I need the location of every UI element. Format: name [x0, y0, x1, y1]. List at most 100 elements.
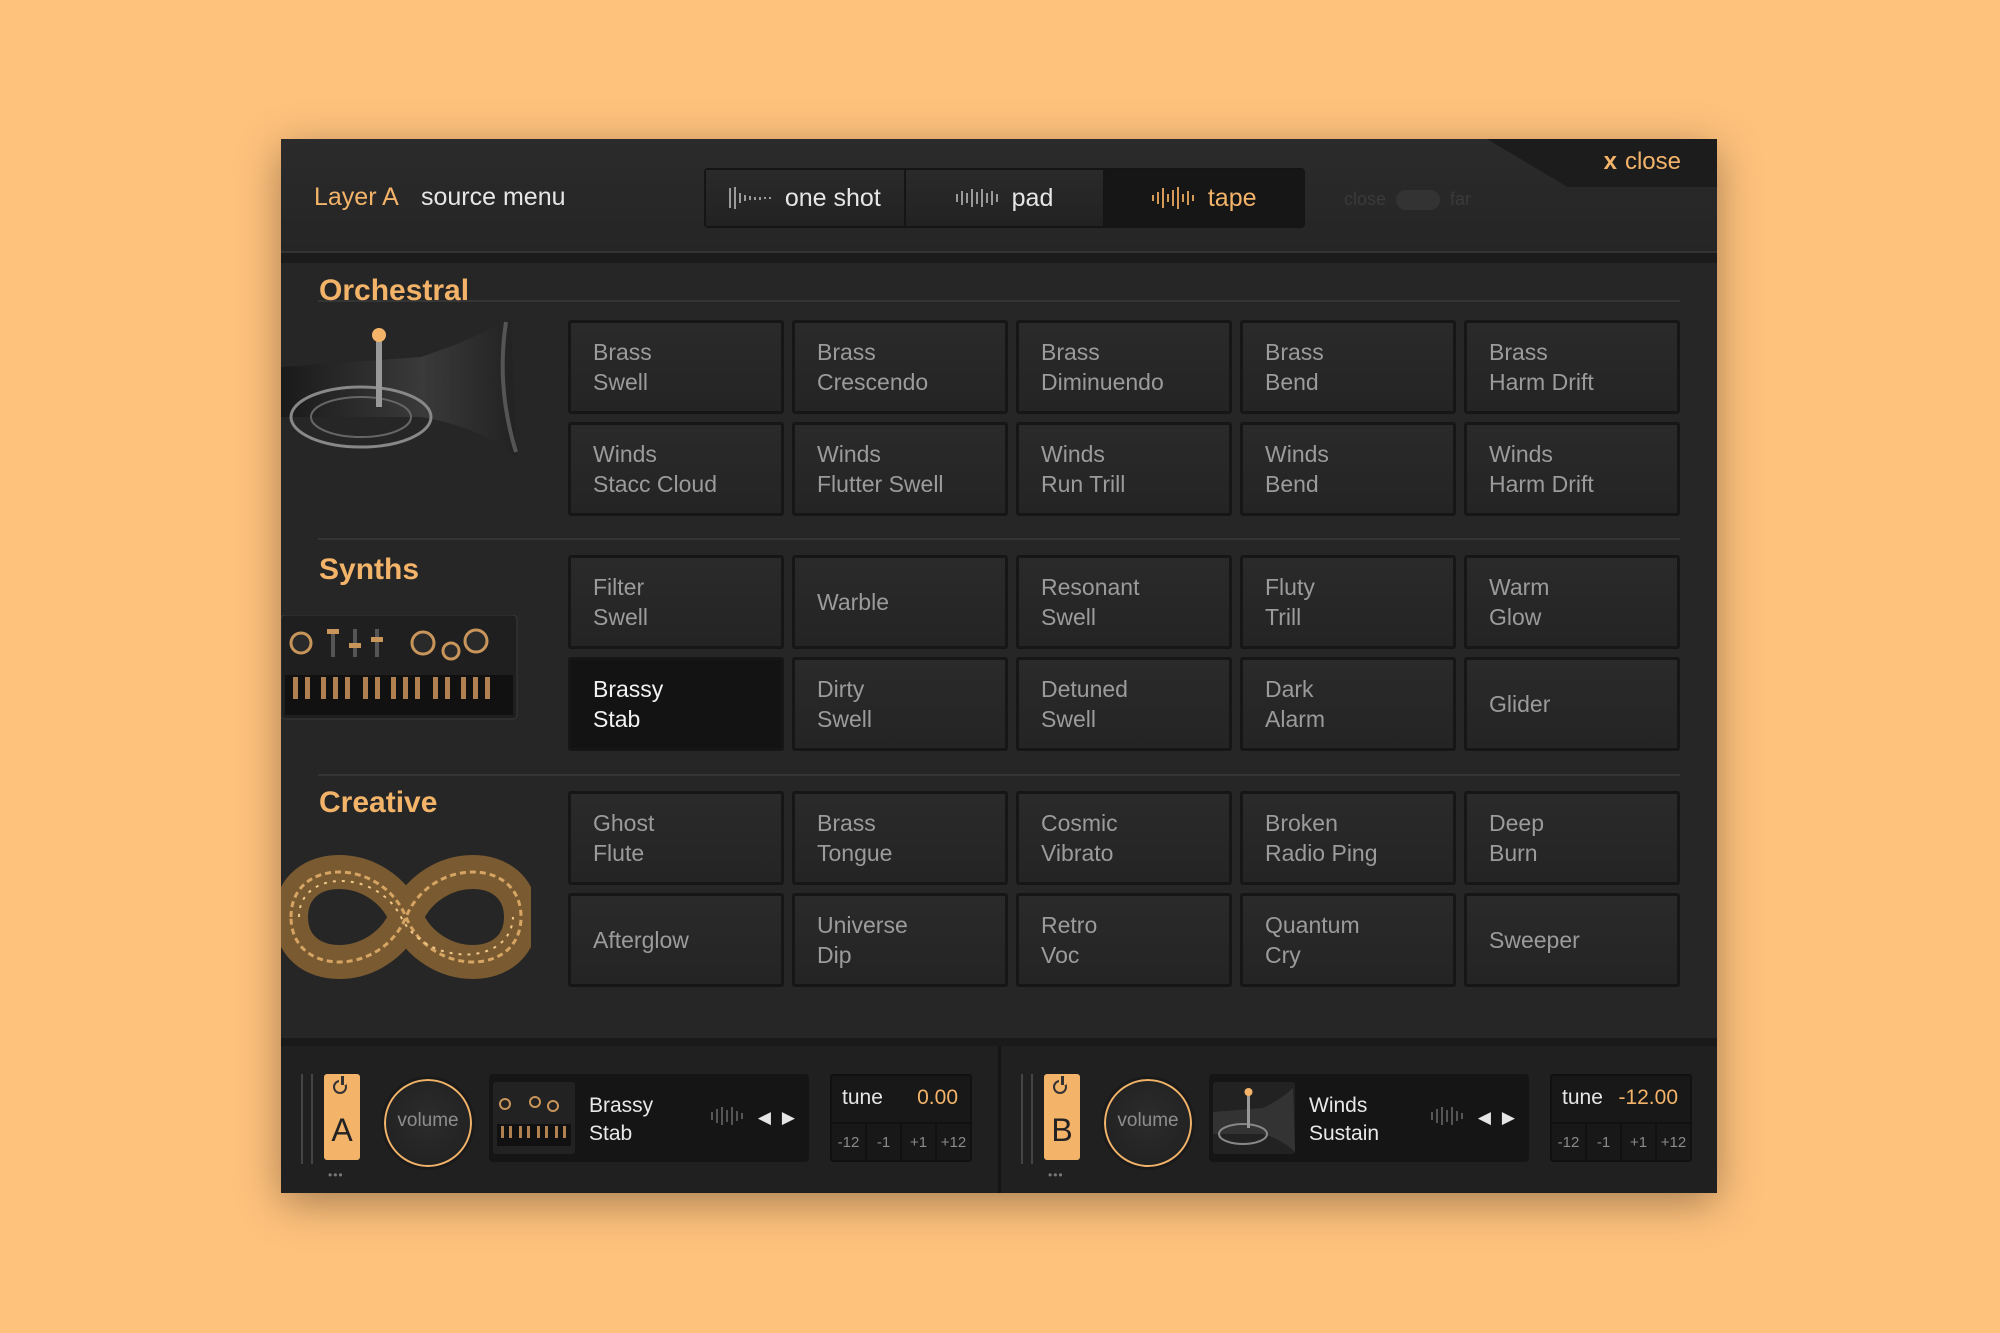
volume-label: volume [397, 1110, 459, 1131]
layer-a-volume-knob[interactable]: volume [381, 1076, 475, 1170]
sound-tile-label: Winds Harm Drift [1489, 441, 1594, 497]
sound-tile[interactable]: Warble [792, 555, 1008, 649]
sound-tile[interactable]: Fluty Trill [1240, 555, 1456, 649]
sound-tile[interactable]: Dirty Swell [792, 657, 1008, 751]
next-arrow-icon[interactable]: ▶ [1502, 1108, 1515, 1128]
layer-a-tune: tune 0.00 -12 -1 +1 +12 [830, 1074, 972, 1162]
sound-tile[interactable]: Winds Harm Drift [1464, 422, 1680, 516]
layer-a-power-button[interactable]: A [324, 1074, 360, 1160]
drag-handle[interactable] [1021, 1074, 1033, 1164]
tune-step-button[interactable]: +12 [1657, 1124, 1690, 1160]
sound-tile[interactable]: Ghost Flute [568, 791, 784, 885]
source-menu-panel: Layer A source menu one shot pad tape cl… [281, 139, 1717, 1193]
sound-tile[interactable]: Brass Diminuendo [1016, 320, 1232, 414]
drag-handle[interactable] [301, 1074, 313, 1164]
distance-far-label: far [1450, 189, 1472, 209]
category-title-orchestral: Orchestral [319, 274, 470, 307]
sound-tile[interactable]: Deep Burn [1464, 791, 1680, 885]
sound-tile-label: Afterglow [593, 927, 689, 953]
tune-step-button[interactable]: +1 [1622, 1124, 1657, 1160]
sound-tile-label: Dirty Swell [817, 676, 872, 732]
sound-tile[interactable]: Sweeper [1464, 893, 1680, 987]
more-dots-icon[interactable]: ••• [1048, 1168, 1064, 1182]
tune-step-button[interactable]: -12 [832, 1124, 867, 1160]
tune-step-button[interactable]: -12 [1552, 1124, 1587, 1160]
sound-tile[interactable]: Brass Bend [1240, 320, 1456, 414]
more-dots-icon[interactable]: ••• [328, 1168, 344, 1182]
category-divider [318, 774, 1680, 776]
prev-arrow-icon[interactable]: ◀ [1478, 1108, 1491, 1128]
waveform-icon [1431, 1106, 1463, 1126]
layer-b-source-slot[interactable]: Winds Sustain ◀ ▶ [1209, 1074, 1529, 1162]
tune-step-button[interactable]: +1 [902, 1124, 937, 1160]
mode-one-shot[interactable]: one shot [706, 170, 906, 226]
sound-tile-label: Filter Swell [593, 574, 648, 630]
layer-letter: A [331, 1112, 353, 1148]
close-button[interactable]: x close [1604, 148, 1681, 176]
sound-tile-selected[interactable]: Brassy Stab [568, 657, 784, 751]
sound-tile-label: Warm Glow [1489, 574, 1550, 630]
layer-b-volume-knob[interactable]: volume [1101, 1076, 1195, 1170]
sound-tile[interactable]: Broken Radio Ping [1240, 791, 1456, 885]
sound-tile[interactable]: Afterglow [568, 893, 784, 987]
category-grid-creative: Ghost Flute Brass Tongue Cosmic Vibrato … [568, 791, 1680, 987]
sound-tile[interactable]: Retro Voc [1016, 893, 1232, 987]
tune-steps: -12 -1 +1 +12 [1552, 1122, 1690, 1160]
mode-tape[interactable]: tape [1105, 170, 1304, 226]
sound-tile-label: Quantum Cry [1265, 912, 1360, 968]
synthesizer-thumb-icon [493, 1082, 575, 1154]
sound-tile-label: Winds Bend [1265, 441, 1329, 497]
mode-label: tape [1207, 183, 1257, 212]
sound-tile[interactable]: Dark Alarm [1240, 657, 1456, 751]
sound-tile[interactable]: Filter Swell [568, 555, 784, 649]
mode-pad[interactable]: pad [905, 170, 1106, 226]
tune-step-button[interactable]: -1 [1587, 1124, 1622, 1160]
distance-toggle[interactable]: close far [1344, 189, 1471, 210]
sound-tile-label: Brass Crescendo [817, 339, 929, 395]
tune-value[interactable]: -12.00 [1618, 1086, 1678, 1110]
sound-tile[interactable]: Brass Swell [568, 320, 784, 414]
sound-tile[interactable]: Winds Run Trill [1016, 422, 1232, 516]
category-title-creative: Creative [319, 786, 438, 819]
sound-tile[interactable]: Brass Harm Drift [1464, 320, 1680, 414]
category-title-synths: Synths [319, 553, 420, 586]
sound-tile[interactable]: Glider [1464, 657, 1680, 751]
category-grid-orchestral: Brass Swell Brass Crescendo Brass Diminu… [568, 320, 1680, 516]
sound-tile-label: Winds Flutter Swell [817, 441, 944, 497]
sound-tile-label: Fluty Trill [1265, 574, 1315, 630]
next-arrow-icon[interactable]: ▶ [782, 1108, 795, 1128]
layer-label: Layer A [314, 183, 399, 211]
header-divider [281, 251, 1717, 263]
one-shot-waveform-icon [728, 186, 771, 210]
sound-tile[interactable]: Resonant Swell [1016, 555, 1232, 649]
sound-tile[interactable]: Universe Dip [792, 893, 1008, 987]
header: Layer A source menu one shot pad tape cl… [281, 139, 1717, 251]
sound-tile[interactable]: Winds Flutter Swell [792, 422, 1008, 516]
sound-tile[interactable]: Winds Stacc Cloud [568, 422, 784, 516]
tune-value[interactable]: 0.00 [917, 1086, 958, 1110]
category-grid-synths: Filter Swell Warble Resonant Swell Fluty… [568, 555, 1680, 751]
sound-tile-label: Dark Alarm [1265, 676, 1326, 732]
sound-tile[interactable]: Warm Glow [1464, 555, 1680, 649]
distance-switch[interactable] [1396, 189, 1441, 210]
sound-tile-label: Brass Harm Drift [1489, 339, 1594, 395]
sound-tile[interactable]: Brass Tongue [792, 791, 1008, 885]
layer-b-tune: tune -12.00 -12 -1 +1 +12 [1550, 1074, 1692, 1162]
sound-tile[interactable]: Detuned Swell [1016, 657, 1232, 751]
layer-a-source-slot[interactable]: Brassy Stab ◀ ▶ [489, 1074, 809, 1162]
category-divider [318, 300, 1680, 302]
category-divider [318, 538, 1680, 540]
sound-tile[interactable]: Quantum Cry [1240, 893, 1456, 987]
sound-tile-label: Winds Stacc Cloud [593, 441, 718, 497]
tune-step-button[interactable]: +12 [937, 1124, 970, 1160]
sound-tile-label: Universe Dip [817, 912, 908, 968]
layer-b-power-button[interactable]: B [1044, 1074, 1080, 1160]
sound-tile[interactable]: Cosmic Vibrato [1016, 791, 1232, 885]
sound-tile-label: Ghost Flute [593, 810, 655, 866]
tune-step-button[interactable]: -1 [867, 1124, 902, 1160]
sound-tile-label: Retro Voc [1041, 912, 1098, 968]
sound-tile[interactable]: Winds Bend [1240, 422, 1456, 516]
sound-tile[interactable]: Brass Crescendo [792, 320, 1008, 414]
prev-arrow-icon[interactable]: ◀ [758, 1108, 771, 1128]
pad-waveform-icon [955, 186, 998, 210]
